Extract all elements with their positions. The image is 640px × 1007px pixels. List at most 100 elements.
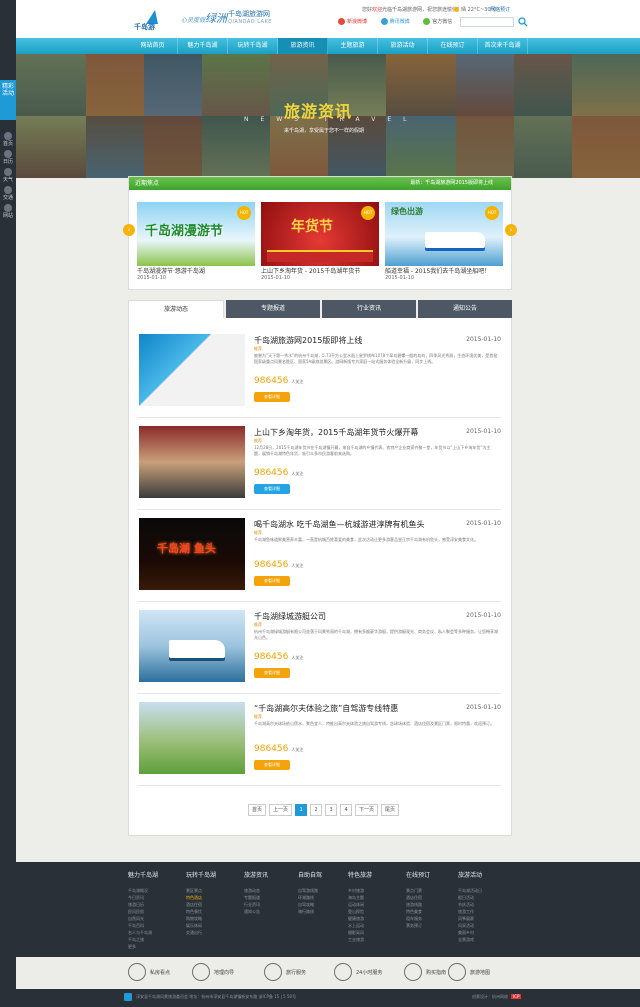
news-item[interactable]: 千岛湖 鱼头 喝千岛湖水 吃千岛湖鱼—杭城游进淳牌有机鱼头 2015-01-10 推荐… [137, 510, 501, 602]
footer-link[interactable]: 自驾游线路 [298, 887, 354, 894]
footer-link[interactable]: 旅游日历 [128, 901, 184, 908]
footer-link[interactable]: 运动休闲 [348, 901, 404, 908]
focus-card[interactable]: 绿色出游 HOT 船道幸福 - 2015我们去千岛湖坐船吧！ 2015-01-1… [385, 202, 503, 281]
footer-link[interactable]: 千岛百科 [128, 922, 184, 929]
footer-link[interactable]: 民风民俗 [128, 908, 184, 915]
sidebar-item-weather[interactable]: 天气 [2, 168, 14, 183]
news-item[interactable]: 千岛湖旅游网2015版即将上线 2015-01-10 推荐 被誉为“天下第一秀水”的杭… [137, 326, 501, 418]
footer-link[interactable]: 名人与千岛湖 [128, 929, 184, 936]
news-title[interactable]: 千岛湖绿城游艇公司 [254, 611, 326, 622]
footer-link[interactable]: 千岛湖活动日 [458, 887, 514, 894]
search-input[interactable] [460, 17, 514, 27]
news-tab[interactable]: 专题报道 [226, 300, 320, 318]
footer-link[interactable]: 行业资讯 [244, 901, 300, 908]
footer-link[interactable]: 千岛之旅 [128, 936, 184, 943]
footer-link[interactable]: 旅游工作 [458, 908, 514, 915]
footer-link[interactable]: 景点门票 [406, 887, 462, 894]
view-detail-button[interactable]: 查看详细 [254, 484, 290, 494]
nav-item[interactable]: 旅游活动 [378, 38, 428, 54]
view-detail-button[interactable]: 查看详细 [254, 576, 290, 586]
view-detail-button[interactable]: 查看详细 [254, 668, 290, 678]
page-link[interactable]: 3 [325, 804, 338, 816]
news-item[interactable]: 千岛湖绿城游艇公司 2015-01-10 推荐 杭州千岛湖绿城游艇有限公司坐落于风景秀… [137, 602, 501, 694]
weibo-link[interactable]: 新浪微博 [338, 18, 373, 25]
footer-link[interactable]: 骑行路线 [298, 908, 354, 915]
sidebar-item-calendar[interactable]: 日历 [2, 150, 14, 165]
page-link[interactable]: 首页 [248, 804, 267, 816]
nav-item[interactable]: 网站首页 [128, 38, 178, 54]
footer-link[interactable]: 登山探险 [348, 908, 404, 915]
page-link[interactable]: 1 [295, 804, 308, 816]
footer-link[interactable]: 今日资讯 [128, 894, 184, 901]
footer-link[interactable]: 环湖路线 [298, 894, 354, 901]
news-thumbnail[interactable] [139, 610, 245, 682]
footer-link[interactable]: 千岛湖概况 [128, 887, 184, 894]
news-tab[interactable]: 行业资讯 [322, 300, 416, 318]
footer-link[interactable]: 特色餐饮 [186, 908, 242, 915]
view-detail-button[interactable]: 查看详细 [254, 392, 290, 402]
footer-link[interactable]: 水上运动 [348, 922, 404, 929]
online-booking-link[interactable]: 网络预订 [490, 6, 510, 13]
carousel-next-button[interactable]: › [505, 224, 517, 236]
sidebar-item-traffic[interactable]: 交通 [2, 186, 14, 201]
sidebar-item-web[interactable]: 网站 [2, 204, 14, 219]
nav-item[interactable]: 旅游资讯 [278, 38, 328, 54]
page-link[interactable]: 下一页 [355, 804, 379, 816]
footer-link[interactable]: 租车服务 [406, 915, 462, 922]
news-tab[interactable]: 通知公告 [418, 300, 512, 318]
footer-link[interactable]: 景区景点 [186, 887, 242, 894]
news-title[interactable]: 喝千岛湖水 吃千岛湖鱼—杭城游进淳牌有机鱼头 [254, 519, 425, 530]
footer-link[interactable]: 旅游动态 [244, 887, 300, 894]
nav-item[interactable]: 在线预订 [428, 38, 478, 54]
tencent-weibo-link[interactable]: 腾讯微博 [380, 18, 416, 25]
news-thumbnail[interactable] [139, 334, 245, 406]
footer-link[interactable]: 假日活动 [458, 894, 514, 901]
nav-item[interactable]: 魅力千岛湖 [178, 38, 228, 54]
sidebar-item-home[interactable]: 首页 [2, 132, 14, 147]
news-thumbnail[interactable] [139, 702, 245, 774]
footer-link[interactable]: 专题报道 [244, 894, 300, 901]
focus-card[interactable]: 年货节 HOT 上山下乡淘年货 - 2015千岛湖年货节 2015-01-10 [261, 202, 379, 281]
footer-link[interactable]: 节庆活动 [458, 901, 514, 908]
footer-link[interactable]: 乡村旅游 [348, 887, 404, 894]
news-item[interactable]: “千岛湖高尔夫体验之旅”自驾游专线特惠 2015-01-10 推荐 千岛湖高尔夫球场依… [137, 694, 501, 786]
footer-link[interactable]: 更多 [128, 943, 184, 950]
footer-link[interactable]: 票务预订 [406, 922, 462, 929]
page-link[interactable]: 2 [310, 804, 323, 816]
footer-link[interactable]: 特色酒店 [186, 894, 242, 901]
footer-link[interactable]: 娱乐休闲 [186, 922, 242, 929]
page-link[interactable]: 尾页 [381, 804, 400, 816]
carousel-prev-button[interactable]: ‹ [123, 224, 135, 236]
footer-link[interactable]: 健康旅游 [348, 915, 404, 922]
news-item[interactable]: 上山下乡淘年货，2015千岛湖年货节火爆开幕 2015-01-10 推荐 12月28日… [137, 418, 501, 510]
page-link[interactable]: 上一页 [269, 804, 293, 816]
search-icon[interactable] [518, 17, 528, 27]
footer-link[interactable]: 交通出行 [186, 929, 242, 936]
footer-link[interactable]: 旅游线路 [406, 901, 462, 908]
footer-link[interactable]: 风采活动 [458, 922, 514, 929]
footer-link[interactable]: 自然风光 [128, 915, 184, 922]
footer-link[interactable]: 风筝展赛 [458, 915, 514, 922]
nav-item[interactable]: 首次来千岛湖 [478, 38, 528, 54]
news-ticker[interactable]: 最新：千岛湖旅游网2015版即将上线 [410, 177, 493, 190]
footer-link[interactable]: 全景游戏 [458, 936, 514, 943]
news-title[interactable]: 上山下乡淘年货，2015千岛湖年货节火爆开幕 [254, 427, 418, 438]
footer-link[interactable]: 酒店住宿 [186, 901, 242, 908]
footer-link[interactable]: 特色美食 [406, 908, 462, 915]
nav-item[interactable]: 玩转千岛湖 [228, 38, 278, 54]
footer-link[interactable]: 自驾攻略 [298, 901, 354, 908]
site-logo[interactable]: 千岛游 [134, 10, 170, 31]
news-thumbnail[interactable] [139, 426, 245, 498]
view-detail-button[interactable]: 查看详细 [254, 760, 290, 770]
sidebar-tab-activities[interactable]: 精彩活动 [0, 80, 16, 120]
footer-link[interactable]: 酒店住宿 [406, 894, 462, 901]
focus-card[interactable]: 千岛湖漫游节 HOT 千岛湖漫游节·悠游千岛湖 2015-01-10 [137, 202, 255, 281]
nav-item[interactable]: 主题旅游 [328, 38, 378, 54]
news-thumbnail[interactable]: 千岛湖 鱼头 [139, 518, 245, 590]
footer-link[interactable]: 摄影采风 [348, 929, 404, 936]
news-title[interactable]: “千岛湖高尔夫体验之旅”自驾游专线特惠 [254, 703, 398, 714]
news-title[interactable]: 千岛湖旅游网2015版即将上线 [254, 335, 362, 346]
footer-link[interactable]: 工业旅游 [348, 936, 404, 943]
footer-link[interactable]: 通知公告 [244, 908, 300, 915]
wechat-link[interactable]: 官方微信 [423, 18, 458, 25]
